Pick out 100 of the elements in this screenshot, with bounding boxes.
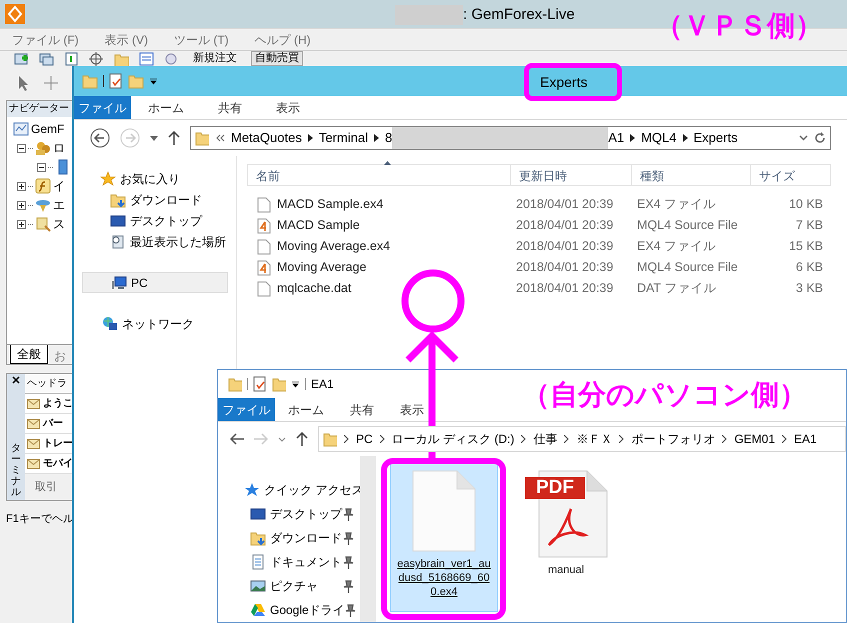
envelope-icon bbox=[27, 458, 40, 468]
pdf-badge: PDF bbox=[525, 477, 585, 499]
file-icon bbox=[257, 196, 271, 212]
toolbar-button[interactable]: 自動売買 bbox=[251, 51, 303, 66]
dropdown-icon bbox=[799, 135, 808, 141]
nav-item[interactable]: Googleドライ bbox=[250, 601, 345, 619]
expander-icon[interactable] bbox=[17, 200, 26, 210]
network-icon bbox=[102, 316, 118, 332]
breadcrumb-item[interactable]: 8 bbox=[384, 128, 392, 148]
table-cell-text: EX4 ファイル bbox=[636, 238, 718, 256]
file-name[interactable]: MACD Sample.ex4 bbox=[277, 195, 384, 214]
file-name[interactable]: manual bbox=[517, 563, 615, 577]
table-cell-text: EX4 ファイル bbox=[636, 196, 718, 214]
nav-item[interactable]: ドキュメント bbox=[250, 553, 342, 571]
toolbar-button[interactable]: 新規注文 bbox=[189, 51, 241, 66]
message-subject[interactable]: ようこ bbox=[43, 396, 73, 411]
accounts-icon bbox=[35, 140, 51, 156]
breadcrumb-item[interactable]: GEM01 bbox=[734, 430, 776, 448]
file-name[interactable]: mqlcache.dat bbox=[277, 279, 352, 298]
file-name[interactable]: easybrain_ver1_audusd_5168669_600.ex4 bbox=[395, 557, 493, 599]
panel-tab[interactable]: 全般 bbox=[10, 345, 48, 364]
blank-file-icon bbox=[411, 469, 477, 553]
address-bar[interactable]: PC ローカル ディスク (D:) 仕事 ※ＦＸ ポートフォリオ GEM01 EA1 bbox=[318, 426, 846, 452]
envelope-icon bbox=[27, 438, 40, 448]
expander-icon[interactable] bbox=[17, 182, 26, 190]
nav-item[interactable]: PC bbox=[82, 272, 228, 293]
breadcrumb-item[interactable]: MetaQuotes bbox=[231, 128, 302, 148]
panel-tab[interactable]: 取引 bbox=[29, 478, 63, 496]
nav-item[interactable]: ダウンロード bbox=[250, 529, 342, 547]
file-name[interactable]: MACD Sample bbox=[277, 216, 360, 235]
table-cell-text: MQL4 Source File bbox=[636, 259, 739, 276]
column-header[interactable]: サイズ bbox=[751, 165, 830, 185]
breadcrumb-item[interactable]: Experts bbox=[694, 128, 738, 148]
tree-item[interactable]: GemF bbox=[31, 120, 64, 138]
breadcrumb-arrow-icon bbox=[374, 134, 379, 142]
breadcrumb-item[interactable]: ※ＦＸ bbox=[576, 430, 612, 448]
breadcrumb-item[interactable]: A1 bbox=[608, 128, 624, 148]
tree-item[interactable]: ロ bbox=[53, 139, 65, 157]
nav-item[interactable]: デスクトップ bbox=[74, 210, 236, 231]
breadcrumb-item[interactable]: PC bbox=[356, 430, 373, 448]
double-chevron-icon bbox=[215, 134, 225, 142]
envelope-icon bbox=[27, 398, 40, 408]
ribbon-tab[interactable]: 共有 bbox=[337, 398, 387, 421]
up-icon bbox=[168, 131, 180, 145]
breadcrumb-item[interactable]: ポートフォリオ bbox=[631, 430, 716, 448]
forward-icon bbox=[120, 128, 140, 148]
nav-item[interactable]: ネットワーク bbox=[74, 313, 236, 334]
mql4-file-icon bbox=[257, 218, 271, 234]
expander-icon[interactable] bbox=[37, 162, 46, 172]
breadcrumb-item[interactable]: 仕事 bbox=[533, 430, 558, 448]
file-tile[interactable]: easybrain_ver1_audusd_5168669_600.ex4 bbox=[390, 462, 498, 612]
mql4-file-icon bbox=[257, 260, 271, 276]
ribbon-tab[interactable]: ホーム bbox=[275, 398, 337, 421]
annotation-label: （ＶＰＳ側） bbox=[655, 12, 823, 40]
ribbon-tab[interactable]: 表示 bbox=[387, 398, 437, 421]
dropdown-icon bbox=[150, 136, 158, 140]
envelope-icon bbox=[27, 418, 40, 428]
breadcrumb-item[interactable]: Terminal bbox=[318, 128, 368, 148]
nav-item[interactable]: お気に入り bbox=[74, 168, 236, 189]
folder-icon bbox=[195, 130, 209, 146]
tree-item[interactable]: イ bbox=[53, 177, 65, 195]
tree-item[interactable]: ス bbox=[53, 215, 65, 233]
message-subject[interactable]: モバイ bbox=[43, 456, 73, 471]
menu-item[interactable]: ファイル (F) bbox=[12, 30, 79, 48]
properties-icon bbox=[253, 376, 267, 392]
nav-item[interactable]: 最近表示した場所 bbox=[74, 231, 236, 252]
file-menu-button[interactable]: ファイル bbox=[218, 398, 275, 421]
folder-icon bbox=[323, 431, 337, 447]
close-icon bbox=[12, 376, 20, 384]
back-icon bbox=[230, 433, 244, 445]
menu-item[interactable]: ツール (T) bbox=[174, 30, 229, 48]
scrollbar[interactable] bbox=[360, 456, 376, 622]
terminal-icon bbox=[13, 121, 29, 137]
nav-item[interactable]: ピクチャ bbox=[250, 577, 318, 595]
file-name[interactable]: Moving Average bbox=[277, 258, 366, 277]
expander-icon[interactable] bbox=[17, 220, 26, 228]
breadcrumb-item[interactable]: MQL4 bbox=[641, 128, 676, 148]
expander-icon[interactable] bbox=[17, 144, 26, 152]
column-header[interactable]: 更新日時 bbox=[511, 165, 632, 185]
column-header[interactable]: 種類 bbox=[632, 165, 751, 185]
breadcrumb-item[interactable]: EA1 bbox=[794, 430, 817, 448]
file-name[interactable]: Moving Average.ex4 bbox=[277, 237, 390, 256]
address-bar[interactable]: MetaQuotes Terminal 8 A1 MQL4 Experts bbox=[190, 126, 831, 150]
dropdown-icon bbox=[278, 436, 286, 442]
breadcrumb-arrow-icon bbox=[308, 134, 313, 142]
file-menu-button[interactable]: ファイル bbox=[74, 96, 131, 119]
table-cell-text: 2018/04/01 20:39 bbox=[515, 217, 614, 234]
tree-item[interactable]: エ bbox=[53, 196, 65, 214]
breadcrumb-item[interactable]: ローカル ディスク (D:) bbox=[392, 430, 514, 448]
menu-item[interactable]: ヘルプ (H) bbox=[254, 30, 311, 48]
window-title: : GemForex-Live bbox=[463, 5, 575, 25]
pc-icon bbox=[111, 274, 127, 290]
file-tile[interactable]: PDF manual bbox=[512, 462, 620, 612]
documents-icon bbox=[250, 554, 266, 570]
desktop-icon bbox=[250, 506, 266, 522]
nav-item[interactable]: デスクトップ bbox=[250, 505, 342, 523]
message-subject[interactable]: バー bbox=[43, 416, 63, 431]
menu-item[interactable]: 表示 (V) bbox=[104, 30, 148, 48]
sort-arrow-icon bbox=[384, 161, 391, 165]
nav-item[interactable]: ダウンロード bbox=[74, 189, 236, 210]
